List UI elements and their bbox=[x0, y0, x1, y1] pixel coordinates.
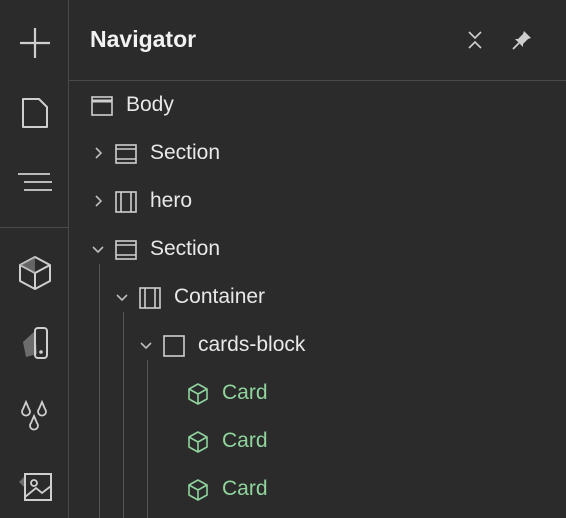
rail-divider bbox=[0, 227, 68, 228]
tree-node-label: Section bbox=[150, 141, 221, 164]
navigator-panel: Navigator Body Section hero Section Cont… bbox=[69, 0, 566, 518]
assets-button[interactable] bbox=[12, 462, 58, 508]
collapse-all-icon bbox=[468, 31, 482, 49]
page-icon bbox=[22, 98, 48, 128]
chevron-down-icon[interactable] bbox=[91, 242, 105, 256]
left-toolbar bbox=[0, 0, 69, 518]
style-swatch-icon bbox=[23, 327, 48, 359]
div-block-icon bbox=[162, 334, 186, 358]
box-icon bbox=[19, 256, 51, 290]
pages-button[interactable] bbox=[12, 90, 58, 136]
tree-node-label: Card bbox=[222, 429, 268, 452]
tree-node-section[interactable]: Section bbox=[69, 226, 566, 274]
container-icon bbox=[138, 286, 162, 310]
chevron-down-icon[interactable] bbox=[115, 290, 129, 304]
tree-node-body[interactable]: Body bbox=[69, 82, 566, 130]
component-icon bbox=[186, 430, 210, 454]
tree-node-label: Section bbox=[150, 237, 221, 260]
navigator-icon bbox=[18, 173, 52, 191]
tree-node-label: hero bbox=[150, 189, 193, 212]
navigator-button[interactable] bbox=[12, 160, 58, 206]
tree-node-card[interactable]: Card bbox=[69, 370, 566, 418]
tree-node-section[interactable]: Section bbox=[69, 130, 566, 178]
image-assets-icon bbox=[19, 473, 52, 501]
panel-title: Navigator bbox=[90, 26, 197, 52]
components-button[interactable] bbox=[12, 250, 58, 296]
tree-node-label: Card bbox=[222, 381, 268, 404]
tree-node-hero[interactable]: hero bbox=[69, 178, 566, 226]
collapse-all-button[interactable] bbox=[462, 26, 488, 54]
styles-button[interactable] bbox=[12, 320, 58, 366]
pin-icon bbox=[512, 31, 531, 50]
tree-node-label: Body bbox=[126, 93, 174, 116]
component-icon bbox=[186, 478, 210, 502]
tree-node-cards-block[interactable]: cards-block bbox=[69, 322, 566, 370]
tree-node-card[interactable]: Card bbox=[69, 466, 566, 514]
component-icon bbox=[186, 382, 210, 406]
add-panel-button[interactable] bbox=[12, 20, 58, 66]
tree-node-label: Card bbox=[222, 477, 268, 500]
container-icon bbox=[114, 190, 138, 214]
chevron-right-icon[interactable] bbox=[91, 194, 105, 208]
swatches-button[interactable] bbox=[12, 392, 58, 438]
tree-node-container[interactable]: Container bbox=[69, 274, 566, 322]
plus-icon bbox=[20, 28, 50, 58]
pin-panel-button[interactable] bbox=[509, 26, 535, 54]
section-icon bbox=[114, 238, 138, 262]
tree-node-label: cards-block bbox=[198, 333, 306, 356]
tree-node-label: Container bbox=[174, 285, 266, 308]
tree-node-card[interactable]: Card bbox=[69, 418, 566, 466]
color-drops-icon bbox=[21, 399, 47, 431]
panel-header: Navigator bbox=[69, 0, 566, 81]
chevron-right-icon[interactable] bbox=[91, 146, 105, 160]
body-icon bbox=[90, 94, 114, 118]
section-icon bbox=[114, 142, 138, 166]
chevron-down-icon[interactable] bbox=[139, 338, 153, 352]
